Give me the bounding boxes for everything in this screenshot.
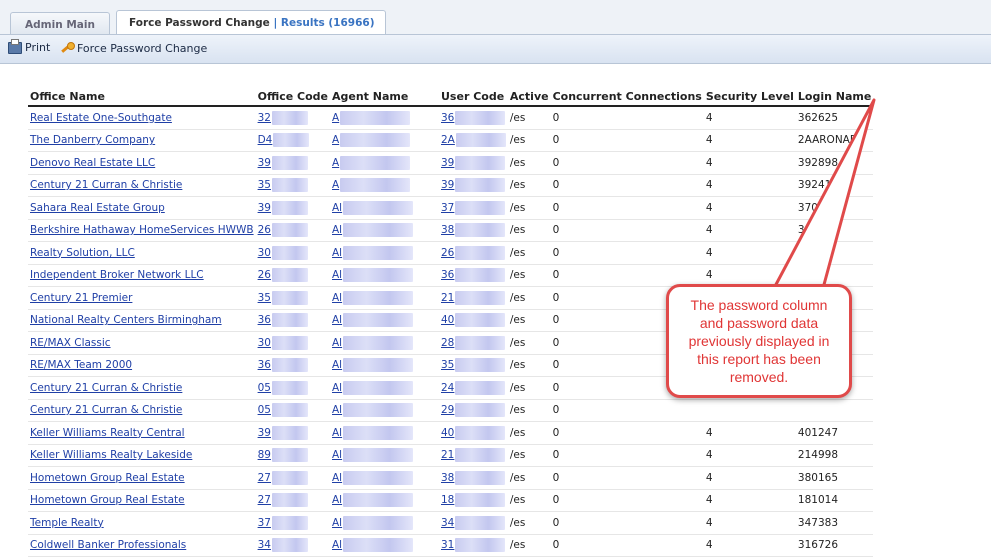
office-code-cell: 34 xyxy=(255,534,330,557)
concurrent-connections-cell: 0 xyxy=(550,534,704,557)
redacted-block xyxy=(343,538,414,553)
login-name-cell: 316726 xyxy=(795,534,874,557)
redacted-block xyxy=(455,538,506,553)
table-row: Coldwell Banker Professionals 34 Al 31/es 0 4… xyxy=(28,534,874,557)
security-level-cell: 4 xyxy=(703,534,796,557)
callout-pointer xyxy=(770,98,876,294)
agent-name-cell: Al xyxy=(330,534,439,557)
office-name-cell: Coldwell Banker Professionals xyxy=(28,534,256,557)
redacted-block xyxy=(271,538,308,553)
active-cell: /es xyxy=(507,534,551,557)
office-code-link[interactable]: 34 xyxy=(258,539,271,551)
callout-text: The password column and password data pr… xyxy=(688,297,830,385)
agent-name-link[interactable]: Al xyxy=(332,539,342,551)
user-code-link[interactable]: 31 xyxy=(441,539,454,551)
user-code-cell: 31 xyxy=(439,534,508,557)
password-removed-callout: The password column and password data pr… xyxy=(666,284,852,398)
office-name-link[interactable]: Coldwell Banker Professionals xyxy=(30,539,186,551)
